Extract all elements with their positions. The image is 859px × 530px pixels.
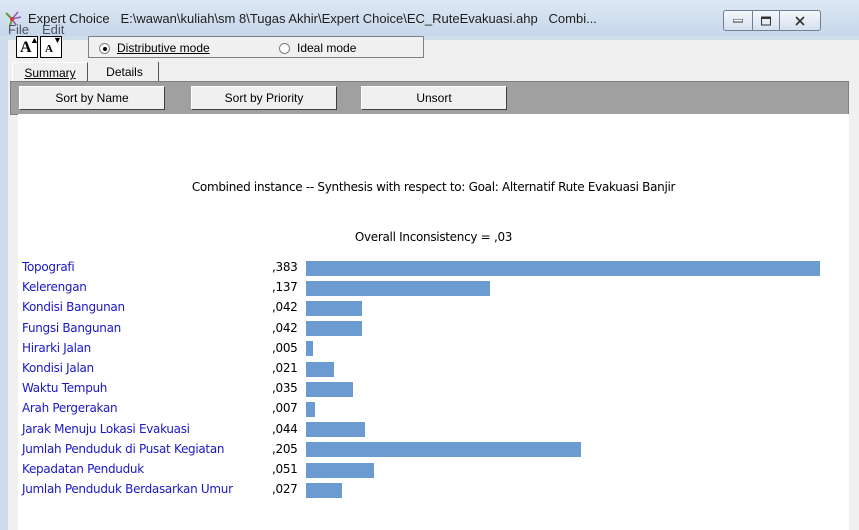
priority-value: ,021 bbox=[272, 361, 298, 375]
priority-value: ,042 bbox=[272, 300, 298, 315]
criterion-label[interactable]: Hirarki Jalan bbox=[22, 341, 91, 355]
criterion-label[interactable]: Jumlah Penduduk di Pusat Kegiatan bbox=[22, 442, 225, 456]
sort-by-priority-button[interactable]: Sort by Priority bbox=[191, 86, 337, 110]
priority-bar bbox=[306, 341, 313, 357]
priority-value: ,007 bbox=[272, 401, 298, 416]
priority-bar bbox=[306, 482, 342, 498]
sort-toolbar: Sort by Name Sort by Priority Unsort bbox=[10, 81, 849, 115]
criterion-label[interactable]: Topografi bbox=[22, 260, 75, 274]
radio-selected-icon bbox=[99, 42, 110, 54]
menu-file[interactable]: File bbox=[8, 22, 29, 37]
font-increase-button[interactable]: A ▲ bbox=[16, 35, 39, 58]
priority-bar bbox=[306, 401, 315, 417]
priority-bar bbox=[306, 381, 353, 397]
priority-value: ,383 bbox=[272, 260, 298, 274]
priority-value: ,042 bbox=[272, 320, 298, 335]
criterion-label[interactable]: Kondisi Bangunan bbox=[22, 300, 125, 314]
priority-value: ,044 bbox=[272, 421, 298, 436]
priority-bar bbox=[306, 260, 820, 276]
priority-bar bbox=[306, 300, 362, 316]
priority-value: ,051 bbox=[272, 462, 298, 476]
sort-by-name-button[interactable]: Sort by Name bbox=[19, 86, 165, 110]
priority-value: ,027 bbox=[272, 482, 298, 497]
priority-bar bbox=[306, 280, 490, 296]
radio-unselected-icon bbox=[279, 42, 290, 54]
criterion-label[interactable]: Jumlah Penduduk Berdasarkan Umur bbox=[22, 482, 233, 496]
tab-details[interactable]: Details bbox=[91, 62, 159, 82]
criterion-label[interactable]: Arah Pergerakan bbox=[22, 401, 118, 415]
priority-bar bbox=[306, 462, 374, 478]
down-arrow-icon: ▼ bbox=[53, 35, 62, 45]
priority-bar bbox=[306, 442, 581, 458]
font-decrease-button[interactable]: A ▼ bbox=[40, 35, 62, 58]
priority-bar bbox=[306, 361, 334, 377]
priority-bar bbox=[306, 422, 365, 438]
mode-selector: Distributive mode Ideal mode bbox=[88, 36, 424, 58]
unsort-button[interactable]: Unsort bbox=[361, 86, 507, 110]
priority-value: ,205 bbox=[272, 441, 298, 456]
synthesis-results: Combined instance -- Synthesis with resp… bbox=[18, 114, 849, 530]
tab-summary[interactable]: Summary bbox=[12, 62, 88, 82]
priority-value: ,137 bbox=[272, 280, 298, 295]
ideal-mode-radio[interactable]: Ideal mode bbox=[279, 41, 356, 55]
criterion-label[interactable]: Kepadatan Penduduk bbox=[22, 462, 144, 476]
criterion-label[interactable]: Waktu Tempuh bbox=[22, 381, 107, 395]
overall-inconsistency: Overall Inconsistency = ,03 bbox=[354, 230, 513, 244]
priority-bar bbox=[306, 321, 362, 337]
up-arrow-icon: ▲ bbox=[30, 35, 39, 45]
criterion-label[interactable]: Kondisi Jalan bbox=[22, 361, 94, 375]
criterion-label[interactable]: Jarak Menuju Lokasi Evakuasi bbox=[22, 422, 190, 436]
criterion-label[interactable]: Fungsi Bangunan bbox=[22, 321, 121, 335]
synthesis-title: Combined instance -- Synthesis with resp… bbox=[191, 180, 676, 194]
priority-value: ,035 bbox=[272, 381, 298, 396]
priority-value: ,005 bbox=[272, 340, 298, 355]
distributive-mode-radio[interactable]: Distributive mode bbox=[99, 41, 210, 55]
criterion-label[interactable]: Kelerengan bbox=[22, 280, 87, 294]
